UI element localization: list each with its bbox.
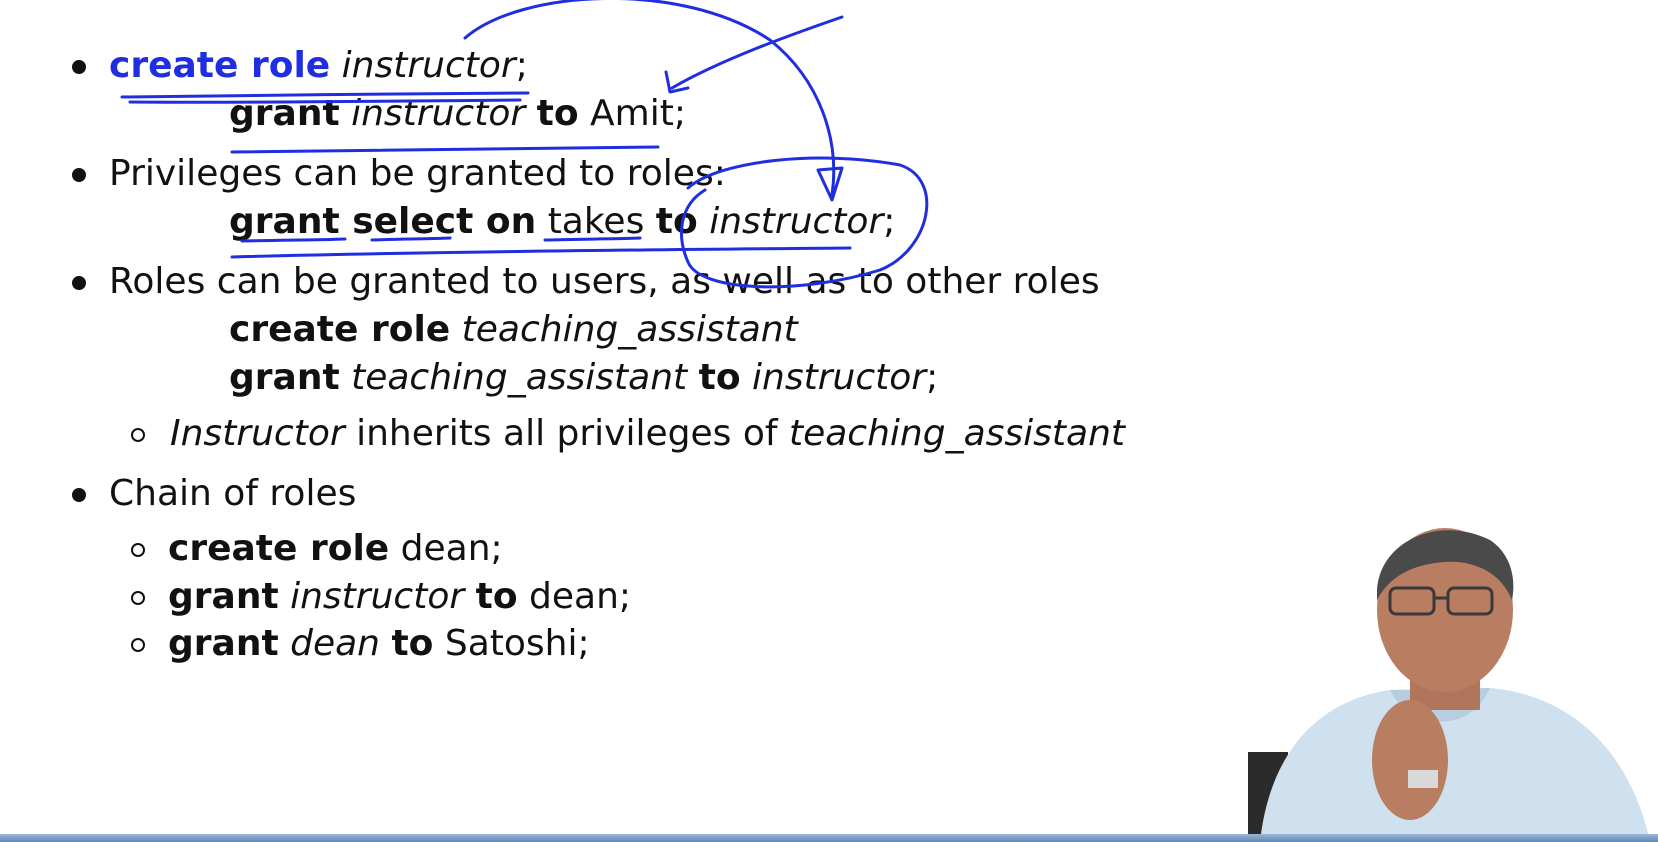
taskbar-strip: [0, 834, 1658, 842]
bullet-privileges-text: Privileges can be granted to roles:: [109, 153, 726, 194]
bullet-dot: [72, 276, 86, 290]
sub-bullet-circle: [131, 543, 145, 557]
grant-instructor-to-amit: grant instructor to Amit;: [229, 93, 686, 134]
presenter-figure: [1248, 528, 1650, 842]
bullet-dot: [72, 488, 86, 502]
grant-dean-to-satoshi: grant dean to Satoshi;: [168, 623, 590, 664]
sub-bullet-circle: [131, 591, 145, 605]
create-role-teaching-assistant: create role teaching_assistant: [229, 309, 798, 350]
inherits-note: Instructor inherits all privileges of te…: [170, 413, 1126, 454]
grant-instructor-to-dean: grant instructor to dean;: [168, 576, 632, 617]
grant-select-on-takes: grant select on takes to instructor;: [229, 201, 896, 242]
bullet-dot: [72, 60, 86, 74]
bullet-create-role-instructor: create role instructor;: [109, 45, 528, 86]
bullet-roles-text: Roles can be granted to users, as well a…: [109, 261, 1100, 302]
sub-bullet-circle: [131, 428, 145, 442]
bullet-chain-text: Chain of roles: [109, 473, 357, 514]
presenter-video: [1240, 520, 1658, 842]
bullet-dot: [72, 168, 86, 182]
create-role-dean: create role dean;: [168, 528, 503, 569]
grant-ta-to-instructor: grant teaching_assistant to instructor;: [229, 357, 939, 398]
sub-bullet-circle: [131, 638, 145, 652]
